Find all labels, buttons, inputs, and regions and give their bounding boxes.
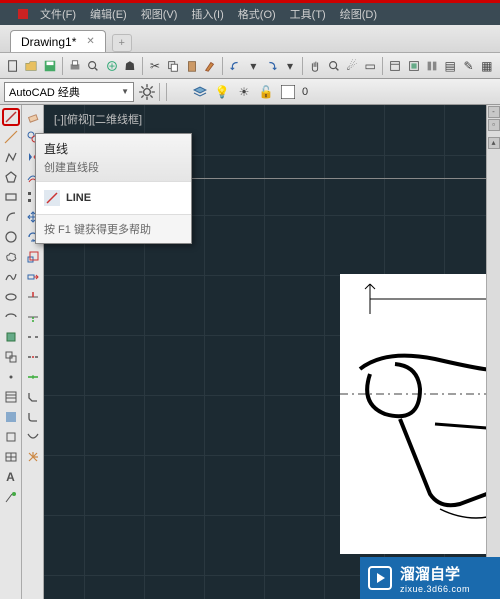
line-tool[interactable] bbox=[2, 108, 20, 126]
tooltip-help: 按 F1 键获得更多帮助 bbox=[36, 215, 191, 243]
line-command-icon bbox=[44, 190, 60, 206]
gradient-tool[interactable] bbox=[2, 408, 20, 426]
scroll-up-icon[interactable]: ▴ bbox=[488, 137, 500, 149]
open-icon[interactable] bbox=[23, 57, 39, 75]
sheet-icon[interactable]: ▤ bbox=[442, 57, 458, 75]
spline-tool[interactable] bbox=[2, 268, 20, 286]
close-tab-icon[interactable]: ✕ bbox=[86, 36, 94, 47]
preview-icon[interactable] bbox=[85, 57, 101, 75]
drawing-content bbox=[340, 274, 500, 554]
tooltip-cmd: LINE bbox=[66, 192, 91, 204]
watermark-url: zixue.3d66.com bbox=[400, 584, 470, 594]
tooltip-title: 直线 bbox=[44, 140, 183, 157]
watermark: 溜溜自学 zixue.3d66.com bbox=[360, 557, 500, 599]
toolpal-icon[interactable] bbox=[424, 57, 440, 75]
new-tab-button[interactable]: + bbox=[112, 34, 132, 52]
publish-icon[interactable] bbox=[103, 57, 119, 75]
zoomwin-icon[interactable]: ▭ bbox=[362, 57, 378, 75]
ellipse-tool[interactable] bbox=[2, 288, 20, 306]
polygon-tool[interactable] bbox=[2, 168, 20, 186]
rectangle-tool[interactable] bbox=[2, 188, 20, 206]
play-icon bbox=[368, 566, 392, 590]
menu-draw[interactable]: 绘图(D) bbox=[340, 6, 377, 22]
save-icon[interactable] bbox=[42, 57, 58, 75]
undo-icon[interactable] bbox=[227, 57, 243, 75]
designctr-icon[interactable] bbox=[405, 57, 421, 75]
blend-tool[interactable] bbox=[24, 428, 42, 446]
right-scrollbar[interactable]: - ▫ ▴ bbox=[486, 105, 500, 599]
document-tab[interactable]: Drawing1* ✕ bbox=[10, 30, 106, 52]
pan-icon[interactable] bbox=[307, 57, 323, 75]
match-icon[interactable] bbox=[202, 57, 218, 75]
construction-line-tool[interactable] bbox=[2, 128, 20, 146]
menu-insert[interactable]: 插入(I) bbox=[191, 6, 223, 22]
arc-tool[interactable] bbox=[2, 208, 20, 226]
color-swatch-icon[interactable] bbox=[279, 83, 297, 101]
menu-view[interactable]: 视图(V) bbox=[141, 6, 178, 22]
watermark-brand: 溜溜自学 bbox=[400, 563, 470, 584]
redo-icon[interactable] bbox=[264, 57, 280, 75]
zoom-icon[interactable] bbox=[325, 57, 341, 75]
join-tool[interactable] bbox=[24, 368, 42, 386]
properties-icon[interactable] bbox=[387, 57, 403, 75]
3d-icon[interactable]: ☗ bbox=[122, 57, 138, 75]
scroll-box-icon[interactable]: ▫ bbox=[488, 119, 500, 131]
point-tool[interactable] bbox=[2, 368, 20, 386]
undo-dropdown-icon[interactable]: ▾ bbox=[245, 57, 261, 75]
circle-tool[interactable] bbox=[2, 228, 20, 246]
standard-toolbar: ☗ ✂ ▾ ▾ ☄ ▭ ▤ ✎ ▦ bbox=[0, 53, 500, 79]
polyline-tool[interactable] bbox=[2, 148, 20, 166]
menu-edit[interactable]: 编辑(E) bbox=[90, 6, 127, 22]
revcloud-tool[interactable] bbox=[2, 248, 20, 266]
explode-tool[interactable] bbox=[24, 448, 42, 466]
table-tool[interactable] bbox=[2, 448, 20, 466]
chamfer-tool[interactable] bbox=[24, 388, 42, 406]
layer-manager-icon[interactable] bbox=[191, 83, 209, 101]
drawing-canvas[interactable]: [-][俯视][二维线框] 直线 创建直线段 LINE 按 F1 键获得更多帮助 bbox=[44, 105, 500, 599]
lock-icon[interactable]: 🔓 bbox=[257, 83, 275, 101]
ellipse-arc-tool[interactable] bbox=[2, 308, 20, 326]
break2-tool[interactable] bbox=[24, 348, 42, 366]
copy-icon[interactable] bbox=[165, 57, 181, 75]
gear-icon[interactable] bbox=[138, 83, 156, 101]
sun-icon[interactable]: ☀ bbox=[235, 83, 253, 101]
text-tool[interactable]: A bbox=[2, 468, 20, 486]
viewport-label[interactable]: [-][俯视][二维线框] bbox=[54, 111, 142, 127]
menu-tools[interactable]: 工具(T) bbox=[290, 6, 326, 22]
markup-icon[interactable]: ✎ bbox=[460, 57, 476, 75]
erase-tool[interactable] bbox=[24, 108, 42, 126]
scale-tool[interactable] bbox=[24, 248, 42, 266]
workspace-toolbar: AutoCAD 经典 💡 ☀ 🔓 0 bbox=[0, 79, 500, 105]
app-logo bbox=[18, 9, 28, 19]
print-icon[interactable] bbox=[67, 57, 83, 75]
document-tab-label: Drawing1* bbox=[21, 35, 76, 49]
cut-icon[interactable]: ✂ bbox=[147, 57, 163, 75]
document-tabbar: Drawing1* ✕ + bbox=[0, 25, 500, 53]
menu-file[interactable]: 文件(F) bbox=[40, 6, 76, 22]
scroll-minus-icon[interactable]: - bbox=[488, 106, 500, 118]
region-tool[interactable] bbox=[2, 428, 20, 446]
redo-dropdown-icon[interactable]: ▾ bbox=[282, 57, 298, 75]
stretch-tool[interactable] bbox=[24, 268, 42, 286]
block-create-tool[interactable] bbox=[2, 348, 20, 366]
workspace-dropdown[interactable]: AutoCAD 经典 bbox=[4, 82, 134, 102]
menubar: 文件(F) 编辑(E) 视图(V) 插入(I) 格式(O) 工具(T) 绘图(D… bbox=[0, 3, 500, 25]
block-tool[interactable] bbox=[2, 328, 20, 346]
draw-toolbar: A bbox=[0, 105, 22, 599]
new-icon[interactable] bbox=[5, 57, 21, 75]
lightbulb-icon[interactable]: 💡 bbox=[213, 83, 231, 101]
tooltip: 直线 创建直线段 LINE 按 F1 键获得更多帮助 bbox=[35, 133, 192, 244]
hatch-tool[interactable] bbox=[2, 388, 20, 406]
tooltip-desc: 创建直线段 bbox=[44, 159, 183, 175]
paste-icon[interactable] bbox=[183, 57, 199, 75]
addselected-tool[interactable] bbox=[2, 488, 20, 506]
trim-tool[interactable] bbox=[24, 288, 42, 306]
menu-format[interactable]: 格式(O) bbox=[238, 6, 276, 22]
calc-icon[interactable]: ▦ bbox=[479, 57, 495, 75]
orbit-icon[interactable]: ☄ bbox=[344, 57, 360, 75]
fillet-tool[interactable] bbox=[24, 408, 42, 426]
break-tool[interactable] bbox=[24, 328, 42, 346]
extend-tool[interactable] bbox=[24, 308, 42, 326]
